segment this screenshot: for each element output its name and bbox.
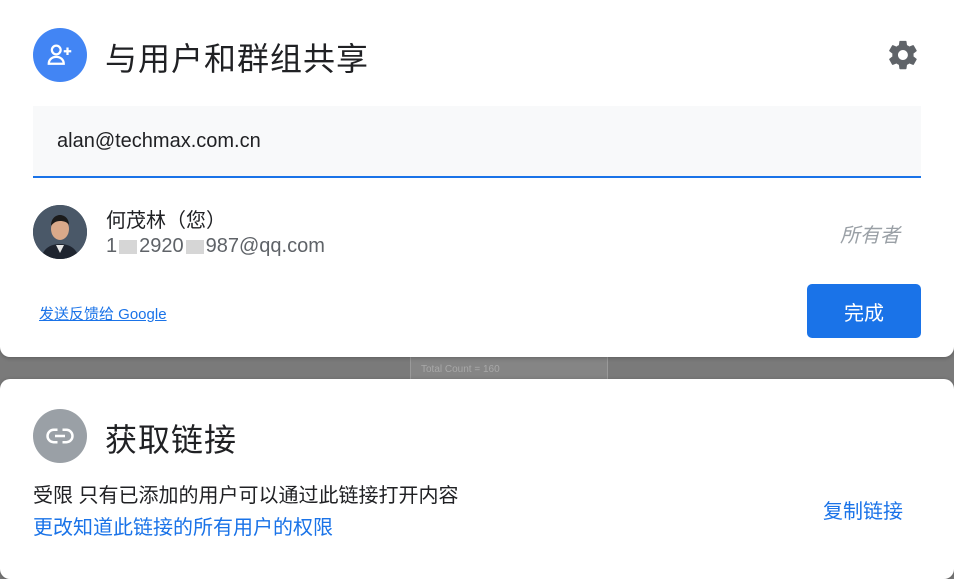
get-link-card: 获取链接 受限 只有已添加的用户可以通过此链接打开内容 更改知道此链接的所有用户… [0,379,954,579]
person-add-icon [33,28,87,82]
redaction-block [185,239,204,254]
user-name: 何茂林（您） [106,210,226,232]
user-email-prefix: 1 [106,235,118,257]
owner-role-label: 所有者 [840,225,900,247]
email-input[interactable] [33,106,921,178]
user-email-suffix: 987@qq.com [205,235,325,257]
gear-icon[interactable] [886,38,920,72]
share-card: 与用户和群组共享 何茂林（您） 1 2920 987@qq.com 所有者 发送反馈… [0,0,954,357]
done-button[interactable]: 完成 [807,284,921,338]
link-icon [33,409,87,463]
link-restriction-text: 受限 只有已添加的用户可以通过此链接打开内容 [33,485,459,507]
send-feedback-link[interactable]: 发送反馈给 Google [39,303,167,324]
change-link-permission[interactable]: 更改知道此链接的所有用户的权限 [33,511,333,540]
user-email: 1 2920 987@qq.com [106,235,325,258]
avatar [33,205,87,259]
user-email-mid: 2920 [139,235,184,257]
get-link-title: 获取链接 [105,422,238,458]
share-title: 与用户和群组共享 [105,41,370,77]
redaction-block [119,239,138,254]
copy-link-button[interactable]: 复制链接 [823,495,903,524]
background-document-text: Total Count = 160 [421,364,500,375]
